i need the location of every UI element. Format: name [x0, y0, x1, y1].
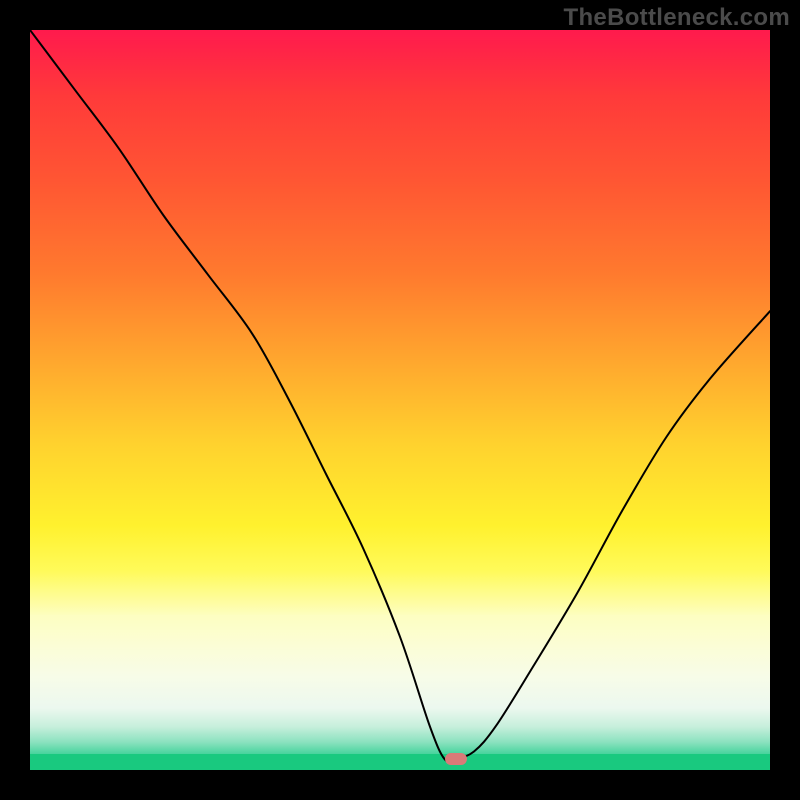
watermark-text: TheBottleneck.com — [564, 4, 790, 32]
plot-area — [30, 30, 770, 770]
bottleneck-curve-path — [30, 30, 770, 762]
optimal-marker — [445, 753, 467, 765]
chart-frame: TheBottleneck.com — [0, 0, 800, 800]
curve-svg — [30, 30, 770, 770]
